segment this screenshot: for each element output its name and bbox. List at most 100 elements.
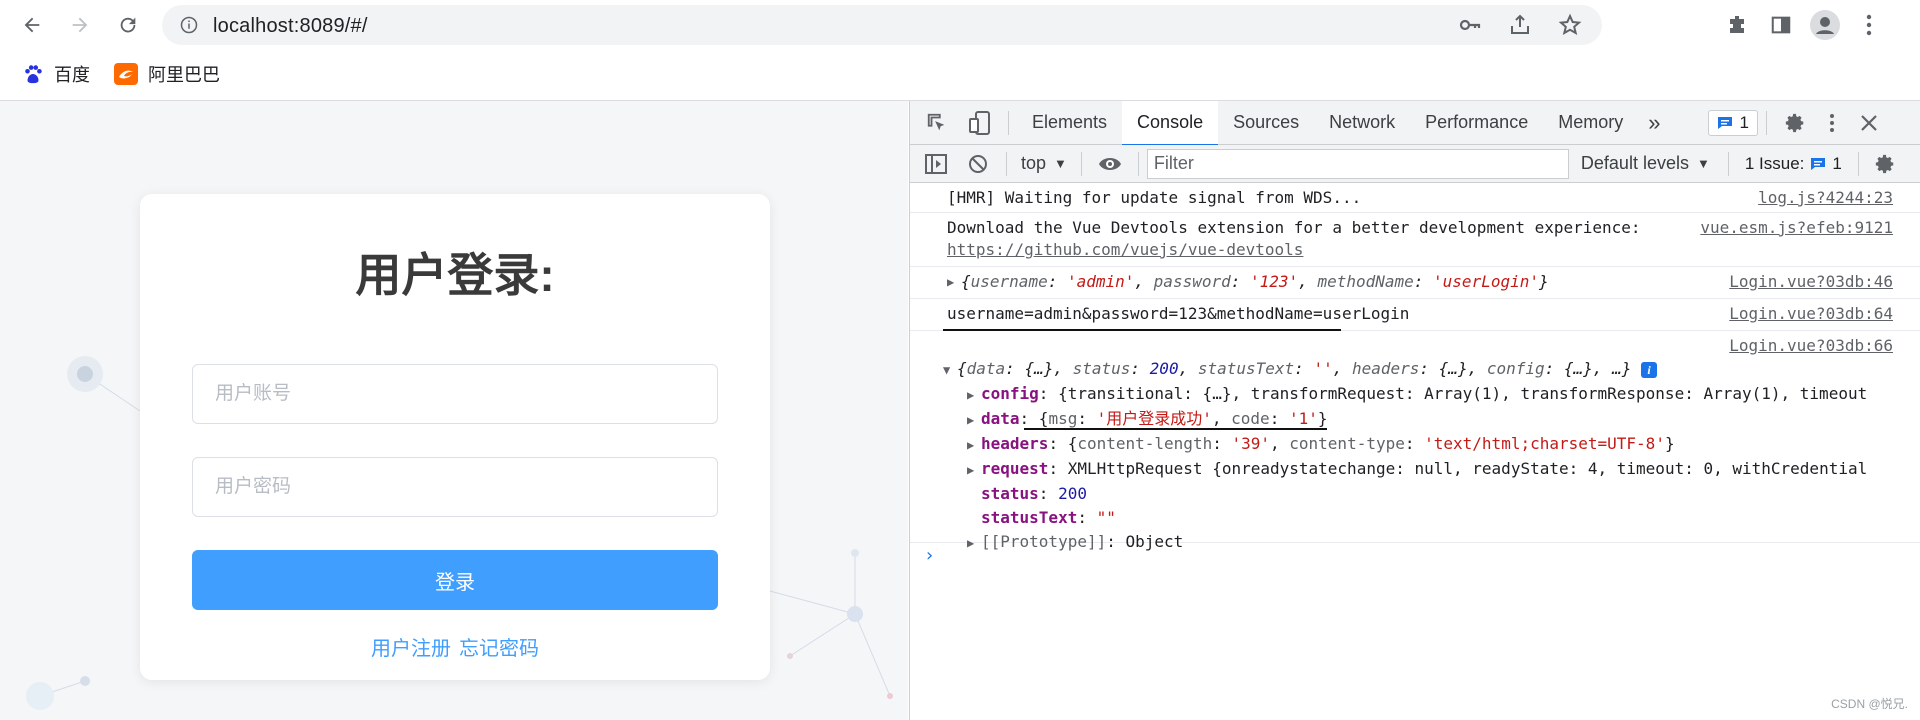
source-link[interactable]: Login.vue?03db:66: [1729, 335, 1893, 357]
reload-button[interactable]: [108, 5, 148, 45]
info-circle-icon[interactable]: [180, 16, 198, 34]
message-icon: [1718, 116, 1733, 129]
log-levels-dropdown[interactable]: Default levels ▼: [1569, 153, 1720, 174]
expand-triangle-icon[interactable]: ▶: [947, 271, 961, 293]
live-expression-button[interactable]: [1090, 145, 1130, 183]
message-text: username=admin&password=123&methodName=u…: [947, 304, 1410, 323]
reload-icon: [120, 17, 136, 33]
browser-toolbar: localhost:8089/#/: [0, 0, 1920, 50]
prop-request[interactable]: ▶ request: XMLHttpRequest {onreadystatech…: [947, 457, 1893, 482]
tab-elements[interactable]: Elements: [1017, 101, 1122, 145]
object-preview[interactable]: {username: 'admin', password: '123', met…: [961, 272, 1549, 291]
avatar-icon: [1810, 10, 1840, 40]
tab-performance[interactable]: Performance: [1410, 101, 1543, 145]
device-toolbar-button[interactable]: [960, 101, 1000, 145]
forward-button[interactable]: [60, 5, 100, 45]
console-message: username=admin&password=123&methodName=u…: [910, 299, 1920, 331]
username-input[interactable]: [192, 364, 718, 424]
prop-config[interactable]: ▶ config: {transitional: {…}, transformRe…: [947, 382, 1893, 407]
login-card: 用户登录: 登录 用户注册忘记密码: [140, 194, 770, 680]
prop-statustext: statusText: "": [981, 508, 1116, 527]
profile-button[interactable]: [1810, 5, 1840, 45]
prop-status: status: 200: [981, 484, 1087, 503]
tab-memory[interactable]: Memory: [1543, 101, 1638, 145]
more-tabs-button[interactable]: »: [1638, 101, 1670, 145]
login-button[interactable]: 登录: [192, 550, 718, 610]
eye-icon: [1098, 157, 1121, 170]
console-message: ▶ {username: 'admin', password: '123', m…: [910, 267, 1920, 299]
context-label: top: [1021, 153, 1047, 173]
devtools-link[interactable]: https://github.com/vuejs/vue-devtools: [947, 239, 1893, 261]
back-button[interactable]: [12, 5, 52, 45]
messages-badge[interactable]: 1: [1708, 109, 1758, 136]
side-panel-icon: [1771, 16, 1791, 34]
gear-icon: [1785, 113, 1804, 132]
device-mode-icon: [969, 110, 990, 135]
kebab-menu-icon: [1829, 113, 1834, 132]
console-message: Login.vue?03db:66 ▼ {data: {…}, status: 2…: [910, 331, 1920, 551]
extensions-button[interactable]: [1722, 5, 1752, 45]
context-selector[interactable]: top ▼: [1015, 153, 1073, 174]
login-links: 用户注册 忘记密码: [140, 632, 770, 661]
prop-data[interactable]: ▶ data: {msg: '用户登录成功', code: '1'}: [947, 407, 1893, 432]
annotation-underline: [1024, 428, 1327, 430]
tab-network[interactable]: Network: [1314, 101, 1410, 145]
devtools-panel: Elements Console Sources Network Perform…: [909, 100, 1920, 720]
key-icon[interactable]: [1458, 13, 1482, 37]
prop-headers[interactable]: ▶ headers: {content-length: '39', content…: [947, 432, 1893, 457]
collapse-triangle-icon[interactable]: ▼: [943, 358, 957, 382]
devtools-menu-button[interactable]: [1815, 101, 1849, 145]
separator: [1008, 110, 1009, 135]
console-prompt[interactable]: ›: [910, 543, 1920, 573]
star-icon[interactable]: [1558, 13, 1582, 37]
page-viewport: 用户登录: 登录 用户注册忘记密码: [0, 101, 908, 720]
sidebar-toggle-button[interactable]: [914, 145, 958, 183]
puzzle-icon: [1730, 16, 1744, 33]
watermark: CSDN @悦兄.: [1831, 697, 1908, 711]
bookmark-baidu[interactable]: 百度: [22, 61, 90, 87]
devtools-settings-button[interactable]: [1775, 101, 1815, 145]
inspect-element-button[interactable]: [914, 101, 960, 145]
tab-console[interactable]: Console: [1122, 100, 1219, 146]
login-title: 用户登录:: [355, 249, 555, 301]
separator: [1137, 151, 1139, 176]
address-bar[interactable]: localhost:8089/#/: [162, 5, 1602, 45]
separator: [1006, 151, 1007, 176]
separator: [1727, 151, 1729, 176]
issues-label: 1 Issue:: [1744, 153, 1805, 173]
separator: [1080, 151, 1082, 176]
issues-count: 1: [1832, 153, 1842, 173]
register-link[interactable]: 用户注册: [371, 638, 451, 660]
console-message: Download the Vue Devtools extension for …: [910, 213, 1920, 267]
share-icon[interactable]: [1508, 13, 1532, 37]
message-text: [HMR] Waiting for update signal from WDS…: [947, 188, 1362, 207]
console-settings-button[interactable]: [1867, 145, 1903, 183]
source-link[interactable]: vue.esm.js?efeb:9121: [1700, 217, 1893, 239]
issues-button[interactable]: 1 Issue: 1: [1737, 152, 1850, 176]
menu-button[interactable]: [1854, 5, 1884, 45]
console-message: [HMR] Waiting for update signal from WDS…: [910, 183, 1920, 213]
message-icon: [1811, 157, 1826, 170]
close-icon: [1861, 114, 1877, 131]
arrow-left-icon: [24, 17, 40, 33]
messages-count: 1: [1739, 112, 1749, 132]
tab-sources[interactable]: Sources: [1218, 101, 1314, 145]
source-link[interactable]: Login.vue?03db:64: [1729, 303, 1893, 325]
prompt-chevron-icon: ›: [924, 545, 935, 566]
sidebar-toggle-icon: [925, 153, 947, 174]
source-link[interactable]: log.js?4244:23: [1758, 187, 1893, 209]
console-filter-input[interactable]: [1146, 148, 1569, 179]
source-link[interactable]: Login.vue?03db:46: [1729, 271, 1893, 293]
clear-icon: [969, 154, 987, 173]
response-object[interactable]: ▼ {data: {…}, status: 200, statusText: ''…: [943, 357, 1893, 382]
bookmark-alibaba[interactable]: 阿里巴巴: [114, 61, 220, 87]
bookmarks-bar: 百度 阿里巴巴: [0, 56, 1920, 92]
info-icon[interactable]: i: [1640, 361, 1657, 378]
password-input[interactable]: [192, 457, 718, 517]
clear-console-button[interactable]: [958, 145, 998, 183]
arrow-right-icon: [72, 17, 88, 33]
kebab-menu-icon: [1866, 14, 1872, 36]
devtools-close-button[interactable]: [1849, 101, 1889, 145]
side-panel-button[interactable]: [1766, 5, 1796, 45]
forgot-password-link[interactable]: 忘记密码: [459, 638, 539, 660]
